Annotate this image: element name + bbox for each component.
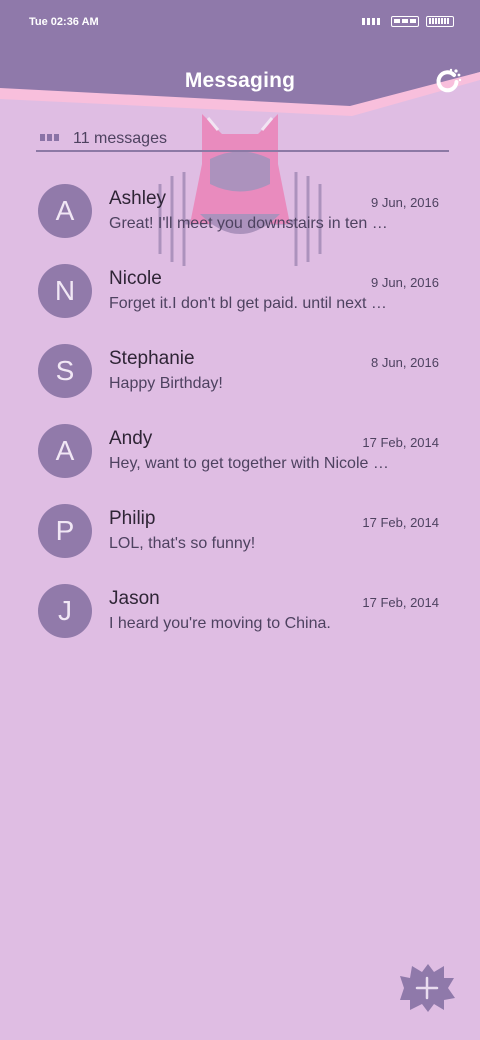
status-icons [362,16,454,28]
message-preview: Happy Birthday! [109,375,223,392]
contact-name: Nicole [109,268,162,289]
messaging-app: Tue 02:36 AM Messaging 11 messages A Ash… [0,0,480,1040]
conversation-item[interactable]: P Philip 17 Feb, 2014 LOL, that's so fun… [0,490,480,570]
divider [36,150,449,152]
avatar: P [38,504,92,558]
message-count: 11 messages [73,130,167,147]
message-date: 9 Jun, 2016 [371,195,439,210]
status-bar: Tue 02:36 AM [0,0,480,44]
status-time: Tue 02:36 AM [29,16,99,28]
compose-button[interactable] [398,962,456,1014]
message-date: 17 Feb, 2014 [362,515,439,530]
contact-name: Jason [109,588,160,609]
message-count-row: 11 messages [38,128,450,152]
avatar: J [38,584,92,638]
message-date: 9 Jun, 2016 [371,275,439,290]
message-date: 17 Feb, 2014 [362,435,439,450]
message-preview: Forget it.I don't bl get paid. until nex… [109,295,387,312]
avatar: A [38,424,92,478]
message-preview: I heard you're moving to China. [109,615,331,632]
avatar: A [38,184,92,238]
avatar: N [38,264,92,318]
conversation-item[interactable]: J Jason 17 Feb, 2014 I heard you're movi… [0,570,480,650]
conversation-item[interactable]: A Andy 17 Feb, 2014 Hey, want to get tog… [0,410,480,490]
message-preview: Hey, want to get together with Nicole … [109,455,389,472]
message-date: 17 Feb, 2014 [362,595,439,610]
list-icon [40,134,60,141]
conversation-item[interactable]: A Ashley 9 Jun, 2016 Great! I'll meet yo… [0,170,480,250]
network-icon [391,16,419,27]
refresh-icon[interactable] [434,67,462,95]
conversation-item[interactable]: S Stephanie 8 Jun, 2016 Happy Birthday! [0,330,480,410]
message-date: 8 Jun, 2016 [371,355,439,370]
message-preview: Great! I'll meet you downstairs in ten … [109,215,388,232]
contact-name: Stephanie [109,348,195,369]
contact-name: Andy [109,428,153,449]
battery-icon [426,16,454,27]
contact-name: Ashley [109,188,167,209]
signal-icon [362,18,384,26]
page-title: Messaging [184,69,296,92]
message-preview: LOL, that's so funny! [109,535,256,552]
conversation-item[interactable]: N Nicole 9 Jun, 2016 Forget it.I don't b… [0,250,480,330]
avatar: S [38,344,92,398]
contact-name: Philip [109,508,156,529]
